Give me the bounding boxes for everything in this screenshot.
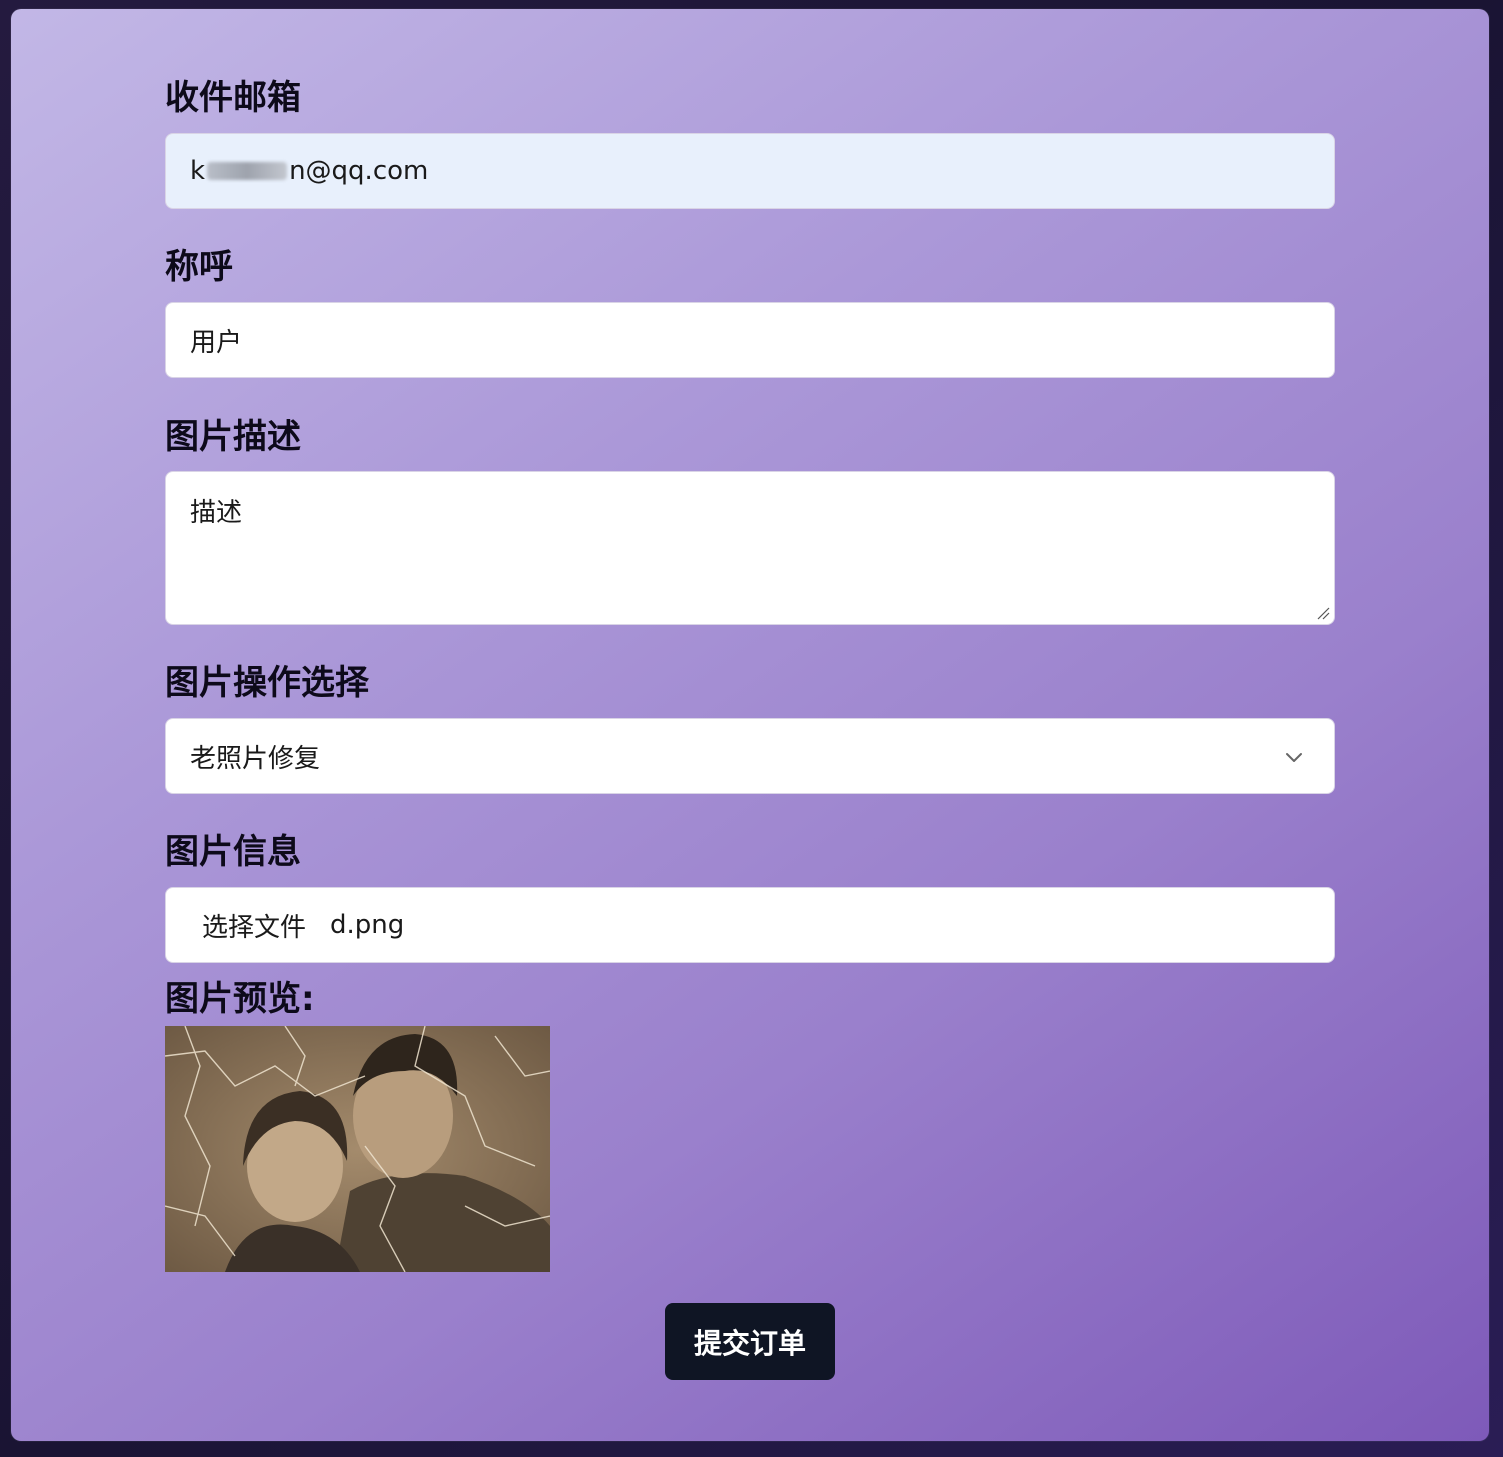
- description-label: 图片描述: [165, 417, 301, 457]
- name-value: 用户: [190, 327, 243, 358]
- name-label: 称呼: [165, 247, 233, 287]
- operation-selected-value: 老照片修复: [190, 743, 321, 774]
- name-input[interactable]: 用户: [165, 302, 1335, 378]
- chevron-down-icon[interactable]: [1282, 745, 1306, 769]
- choose-file-button[interactable]: 选择文件: [202, 907, 306, 944]
- email-input[interactable]: k n@qq.com: [165, 133, 1335, 209]
- file-label: 图片信息: [165, 832, 301, 872]
- file-input[interactable]: 选择文件 d.png: [165, 887, 1335, 963]
- submit-order-button[interactable]: 提交订单: [665, 1303, 835, 1380]
- description-value: 描述: [190, 498, 243, 528]
- old-photo-image: [165, 1026, 550, 1272]
- operation-select[interactable]: 老照片修复: [165, 718, 1335, 794]
- image-preview: [165, 1026, 550, 1272]
- resize-grip-icon[interactable]: [1316, 606, 1330, 620]
- email-suffix: n@qq.com: [289, 156, 429, 186]
- email-prefix: k: [190, 156, 206, 186]
- operation-label: 图片操作选择: [165, 663, 369, 703]
- email-redaction: [207, 162, 288, 180]
- description-textarea[interactable]: 描述: [165, 471, 1335, 625]
- file-name: d.png: [330, 910, 405, 940]
- email-label: 收件邮箱: [165, 78, 301, 118]
- preview-label: 图片预览:: [165, 979, 315, 1019]
